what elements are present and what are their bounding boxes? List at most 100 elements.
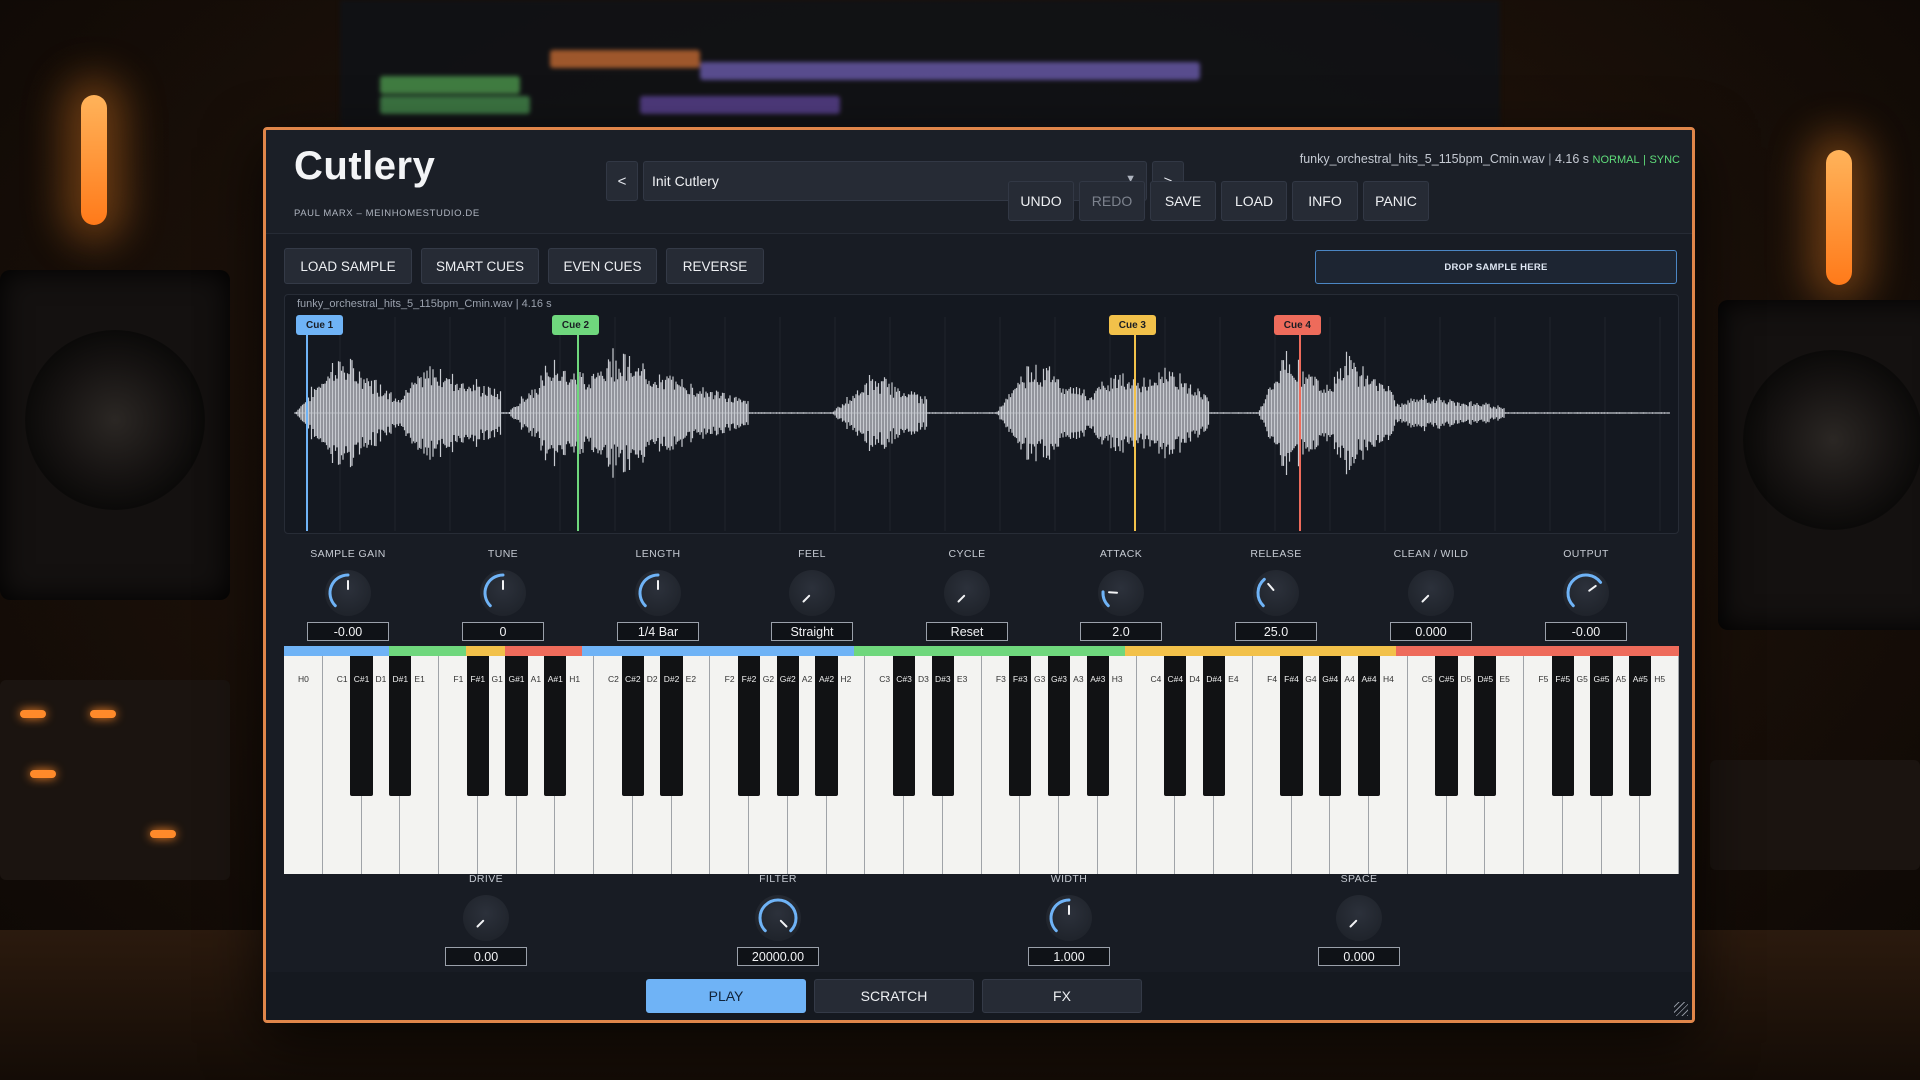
release-value-field[interactable]: 25.0 xyxy=(1235,622,1317,641)
cue-flag-3[interactable]: Cue 3 xyxy=(1108,315,1156,335)
filter-value-field[interactable]: 20000.00 xyxy=(737,947,819,966)
knob-bottom_knobs-0: DRIVE 0.00 xyxy=(426,873,546,966)
panic-button[interactable]: PANIC xyxy=(1363,181,1429,221)
key-label: G#4 xyxy=(1322,674,1339,684)
info-button[interactable]: INFO xyxy=(1292,181,1358,221)
mode-normal-toggle[interactable]: NORMAL xyxy=(1593,154,1640,166)
cue-marker-line-4[interactable] xyxy=(1298,335,1301,531)
key-label: C#4 xyxy=(1167,674,1184,684)
background-lamp-left xyxy=(81,95,107,225)
cue-flag-1[interactable]: Cue 1 xyxy=(296,315,344,335)
background-speaker-left xyxy=(0,270,230,600)
preset-name: Init Cutlery xyxy=(652,173,719,189)
key-label: D#4 xyxy=(1206,674,1222,684)
feel-value-field[interactable]: Straight xyxy=(771,622,853,641)
filter-label: FILTER xyxy=(759,873,797,885)
clean-wild-knob[interactable] xyxy=(1408,570,1454,616)
release-knob[interactable] xyxy=(1253,570,1299,616)
key-label: A#5 xyxy=(1632,674,1648,684)
cue-marker-line-1[interactable] xyxy=(306,335,308,531)
even-cues-button[interactable]: EVEN CUES xyxy=(548,248,657,284)
width-knob[interactable] xyxy=(1046,895,1092,941)
redo-button[interactable]: REDO xyxy=(1079,181,1145,221)
tune-value-field[interactable]: 0 xyxy=(462,622,544,641)
header: Cutlery PAUL MARX – MEINHOMESTUDIO.DE < … xyxy=(266,130,1692,234)
sample-gain-label: SAMPLE GAIN xyxy=(310,548,386,560)
key-label: D#1 xyxy=(392,674,409,684)
attack-label: ATTACK xyxy=(1099,548,1143,560)
cue-flag-2[interactable]: Cue 2 xyxy=(551,315,600,335)
drive-knob[interactable] xyxy=(463,895,509,941)
tab-scratch[interactable]: SCRATCH xyxy=(814,979,974,1013)
waveform-caption: funky_orchestral_hits_5_115bpm_Cmin.wav … xyxy=(297,298,552,310)
width-value-field[interactable]: 1.000 xyxy=(1028,947,1110,966)
resize-grip-icon[interactable] xyxy=(1674,1002,1688,1016)
output-label: OUTPUT xyxy=(1563,548,1609,560)
smart-cues-button[interactable]: SMART CUES xyxy=(421,248,539,284)
zone-segment-4 xyxy=(582,646,854,656)
sample-gain-knob[interactable] xyxy=(325,570,371,616)
knob-knobs-0: SAMPLE GAIN -0.00 xyxy=(288,548,408,641)
tune-knob[interactable] xyxy=(480,570,526,616)
key-label: G#5 xyxy=(1593,674,1610,684)
space-label: SPACE xyxy=(1340,873,1378,885)
preset-prev-button[interactable]: < xyxy=(606,161,638,201)
cue-flag-4[interactable]: Cue 4 xyxy=(1273,315,1321,335)
undo-button[interactable]: UNDO xyxy=(1008,181,1074,221)
app-title: Cutlery xyxy=(294,144,436,188)
save-button[interactable]: SAVE xyxy=(1150,181,1216,221)
mode-sync-toggle[interactable]: SYNC xyxy=(1649,154,1680,166)
attack-knob[interactable] xyxy=(1098,570,1144,616)
plugin-window: Cutlery PAUL MARX – MEINHOMESTUDIO.DE < … xyxy=(263,127,1695,1023)
output-knob[interactable] xyxy=(1563,570,1609,616)
knob-knobs-8: OUTPUT -0.00 xyxy=(1526,548,1646,641)
piano-key-h0[interactable] xyxy=(284,656,323,874)
output-value-field[interactable]: -0.00 xyxy=(1545,622,1627,641)
key-label: F#3 xyxy=(1012,674,1028,684)
cue-marker-line-3[interactable] xyxy=(1133,335,1136,531)
clean-wild-value-field[interactable]: 0.000 xyxy=(1390,622,1472,641)
length-knob[interactable] xyxy=(635,570,681,616)
load-sample-button[interactable]: LOAD SAMPLE xyxy=(284,248,412,284)
knob-knobs-6: RELEASE 25.0 xyxy=(1216,548,1336,641)
filter-knob[interactable] xyxy=(755,895,801,941)
knob-knobs-4: CYCLE Reset xyxy=(907,548,1027,641)
attack-value-field[interactable]: 2.0 xyxy=(1080,622,1162,641)
cycle-label: CYCLE xyxy=(948,548,986,560)
drive-value-field[interactable]: 0.00 xyxy=(445,947,527,966)
key-label: A#4 xyxy=(1361,674,1377,684)
reverse-button[interactable]: REVERSE xyxy=(666,248,764,284)
waveform-graphic xyxy=(294,317,1670,531)
key-label: F#1 xyxy=(470,674,486,684)
cue-marker-line-2[interactable] xyxy=(576,335,579,531)
key-label: F#5 xyxy=(1555,674,1571,684)
key-label: D#5 xyxy=(1477,674,1494,684)
key-label: G#3 xyxy=(1050,674,1068,684)
file-duration: 4.16 s xyxy=(1555,152,1590,166)
space-knob[interactable] xyxy=(1336,895,1382,941)
knob-knobs-5: ATTACK 2.0 xyxy=(1061,548,1181,641)
key-label: D#3 xyxy=(934,674,951,684)
knob-bottom_knobs-2: WIDTH 1.000 xyxy=(1009,873,1129,966)
zone-segment-1 xyxy=(388,646,467,656)
load-button[interactable]: LOAD xyxy=(1221,181,1287,221)
zone-segment-3 xyxy=(504,646,583,656)
piano-keyboard: H0 C1 D1 E1 F1 G1 A1 H1 C2 D2 E2 F2 G2 A2 H2 C3 D3 E3 F3 G3… xyxy=(284,656,1679,874)
knob-knobs-7: CLEAN / WILD 0.000 xyxy=(1371,548,1491,641)
space-value-field[interactable]: 0.000 xyxy=(1318,947,1400,966)
sample-gain-value-field[interactable]: -0.00 xyxy=(307,622,389,641)
tab-fx[interactable]: FX xyxy=(982,979,1142,1013)
cycle-knob[interactable] xyxy=(944,570,990,616)
drop-sample-zone[interactable]: DROP SAMPLE HERE xyxy=(1315,250,1677,284)
key-label: H0 xyxy=(297,674,309,684)
file-name: funky_orchestral_hits_5_115bpm_Cmin.wav xyxy=(1299,152,1545,166)
cycle-value-field[interactable]: Reset xyxy=(926,622,1008,641)
file-info: funky_orchestral_hits_5_115bpm_Cmin.wav … xyxy=(1300,152,1680,166)
length-value-field[interactable]: 1/4 Bar xyxy=(617,622,699,641)
file-info-separator: | xyxy=(1548,152,1552,166)
feel-knob[interactable] xyxy=(789,570,835,616)
waveform-display[interactable]: funky_orchestral_hits_5_115bpm_Cmin.wav … xyxy=(284,294,1679,534)
key-label: F#4 xyxy=(1284,674,1299,684)
tab-play[interactable]: PLAY xyxy=(646,979,806,1013)
knob-bottom_knobs-3: SPACE 0.000 xyxy=(1299,873,1419,966)
